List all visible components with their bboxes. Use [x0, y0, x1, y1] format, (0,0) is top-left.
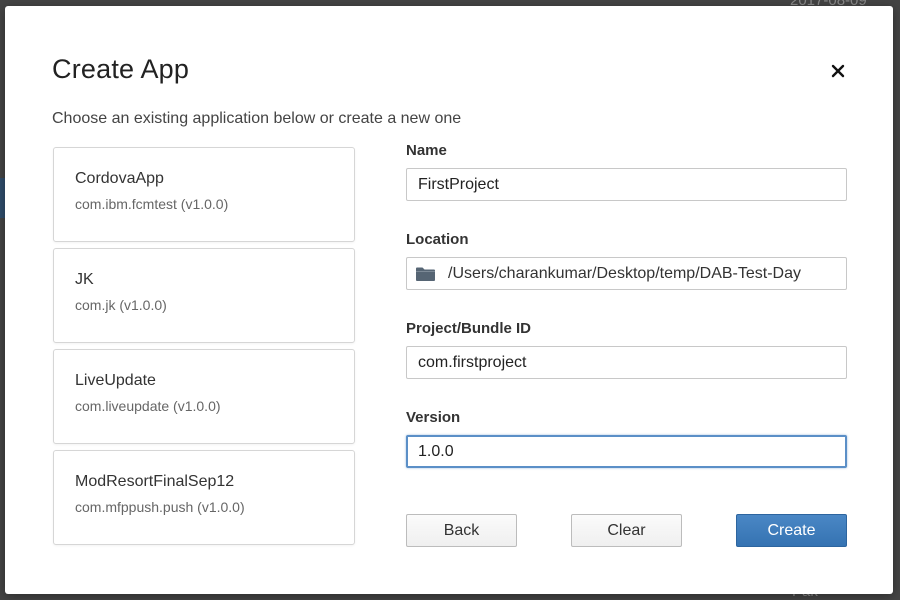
clear-button[interactable]: Clear: [571, 514, 682, 547]
app-bundle-id: com.mfppush.push (v1.0.0): [75, 499, 245, 515]
name-field-group: Name: [406, 142, 848, 201]
bundle-id-field-group: Project/Bundle ID: [406, 320, 848, 379]
bundle-id-label: Project/Bundle ID: [406, 320, 532, 337]
app-name: JK: [75, 271, 94, 288]
location-picker[interactable]: /Users/charankumar/Desktop/temp/DAB-Test…: [406, 257, 847, 290]
app-bundle-id: com.jk (v1.0.0): [75, 297, 167, 313]
create-app-dialog: Create App Choose an existing applicatio…: [5, 6, 893, 594]
app-card-liveupdate[interactable]: LiveUpdate com.liveupdate (v1.0.0): [53, 349, 355, 444]
location-label: Location: [406, 231, 469, 248]
app-name: CordovaApp: [75, 170, 164, 187]
folder-icon: [416, 267, 435, 281]
existing-app-list: CordovaApp com.ibm.fcmtest (v1.0.0) JK c…: [53, 147, 355, 551]
bundle-id-input[interactable]: [406, 346, 847, 379]
app-bundle-id: com.ibm.fcmtest (v1.0.0): [75, 196, 229, 212]
close-icon: [831, 64, 845, 78]
dialog-subtitle: Choose an existing application below or …: [52, 110, 462, 127]
app-bundle-id: com.liveupdate (v1.0.0): [75, 398, 221, 414]
version-field-group: Version: [406, 409, 848, 468]
app-card-jk[interactable]: JK com.jk (v1.0.0): [53, 248, 355, 343]
close-button[interactable]: [825, 58, 851, 84]
name-label: Name: [406, 142, 447, 159]
dialog-title: Create App: [52, 54, 190, 84]
app-name: ModResortFinalSep12: [75, 473, 235, 490]
name-input[interactable]: [406, 168, 847, 201]
dialog-actions: Back Clear Create: [406, 514, 848, 547]
location-field-group: Location /Users/charankumar/Desktop/temp…: [406, 231, 848, 290]
location-path: /Users/charankumar/Desktop/temp/DAB-Test…: [448, 264, 801, 282]
version-input[interactable]: [406, 435, 847, 468]
app-card-cordovaapp[interactable]: CordovaApp com.ibm.fcmtest (v1.0.0): [53, 147, 355, 242]
app-card-modresortfinalsep12[interactable]: ModResortFinalSep12 com.mfppush.push (v1…: [53, 450, 355, 545]
version-label: Version: [406, 409, 461, 426]
app-name: LiveUpdate: [75, 372, 156, 389]
create-button[interactable]: Create: [736, 514, 847, 547]
back-button[interactable]: Back: [406, 514, 517, 547]
